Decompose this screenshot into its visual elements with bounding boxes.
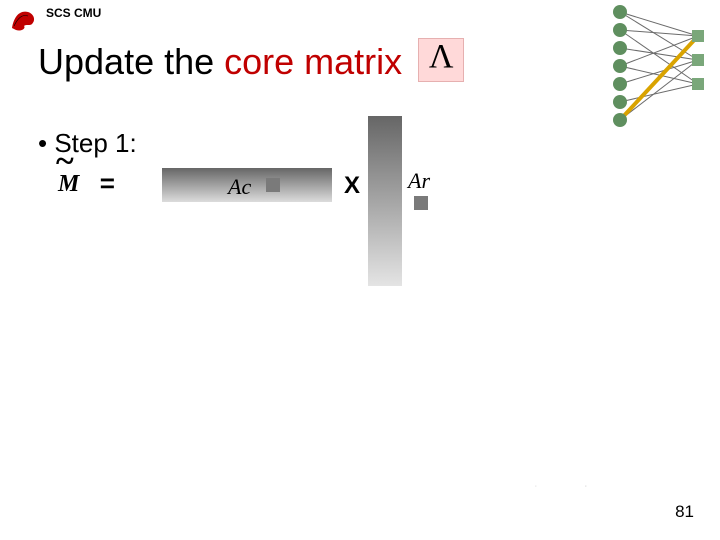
multiply-sign: X xyxy=(344,172,360,200)
dragon-icon xyxy=(10,6,40,34)
ac-marker xyxy=(266,178,280,192)
lambda-symbol xyxy=(418,38,464,82)
institution-label: SCS CMU xyxy=(46,6,101,20)
title-red: core matrix xyxy=(224,41,412,82)
bipartite-graph-icon xyxy=(606,2,712,142)
ar-marker xyxy=(414,196,428,210)
slide-title: Update the core matrix xyxy=(38,38,464,83)
equation-lhs-block: M = xyxy=(58,168,115,199)
ar-label: Ar xyxy=(408,168,430,194)
step-label: • Step 1: xyxy=(38,128,137,159)
m-tilde: M xyxy=(58,171,79,198)
scs-dragon-logo xyxy=(10,6,40,34)
faint-mark-1: ˙ xyxy=(535,485,538,496)
page-number: 81 xyxy=(675,502,694,522)
faint-mark-2: ˙ xyxy=(585,485,588,496)
ac-label: Ac xyxy=(228,174,251,200)
ar-matrix-block xyxy=(368,116,402,286)
title-pre: Update the xyxy=(38,41,224,82)
equals-sign: = xyxy=(100,168,115,199)
